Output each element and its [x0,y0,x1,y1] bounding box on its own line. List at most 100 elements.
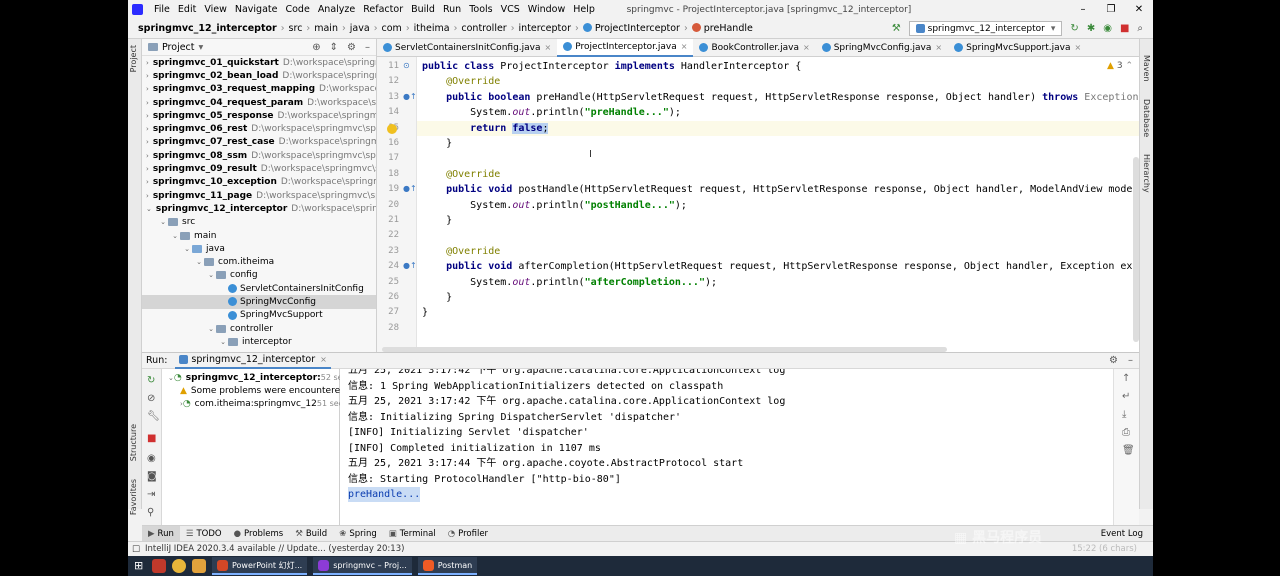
tree-item[interactable]: ⌄ com.itheima [142,255,376,268]
console-output[interactable]: 五月 25, 2021 3:17:42 下午 org.apache.catali… [340,369,1113,525]
console-line[interactable]: 信息: Starting ProtocolHandler ["http-bio-… [348,472,621,487]
code-line[interactable]: } [422,136,452,151]
editor-tab[interactable]: ServletContainersInitConfig.java × [377,39,557,57]
tree-item[interactable]: › springmvc_04_request_param D:\workspace\… [142,96,376,109]
expand-arrow-icon[interactable]: › [146,152,149,160]
code-line[interactable]: public boolean preHandle(HttpServletRequ… [422,90,1139,105]
inspection-widget[interactable]: ▲ 3 ⌃ [1107,61,1133,71]
chevron-down-icon[interactable]: ▾ [199,42,204,53]
expand-arrow-icon[interactable]: ⌄ [218,338,228,346]
gear-icon[interactable]: ⚙ [1109,355,1118,366]
override-gutter-icon[interactable]: ●↑ [403,184,417,193]
breadcrumb-item[interactable]: preHandle [690,23,755,34]
console-line[interactable]: [INFO] Completed initialization in 1107 … [348,441,601,456]
menu-help[interactable]: Help [569,4,599,15]
tool-tab-run[interactable]: ▶ Run [142,525,180,542]
tree-item[interactable]: › springmvc_03_request_mapping D:\workspac… [142,83,376,96]
console-line[interactable]: 五月 25, 2021 3:17:42 下午 org.apache.catali… [348,394,785,409]
app-taskbar-icon[interactable] [152,559,166,573]
code-line[interactable]: } [422,290,452,305]
taskbar-task[interactable]: PowerPoint 幻灯... [212,557,308,575]
taskbar-task[interactable]: Postman [417,557,478,575]
tree-item[interactable]: ⌄ src [142,216,376,229]
menu-window[interactable]: Window [524,4,569,15]
run-tree-item[interactable]: › ◔ com.itheima:springmvc_12 51 sec [162,397,343,410]
code-line[interactable]: public void postHandle(HttpServletReques… [422,182,1139,197]
hide-icon[interactable]: – [1128,355,1133,366]
code-line[interactable]: public class ProjectInterceptor implemen… [422,59,801,74]
menu-file[interactable]: File [150,4,174,15]
export-icon[interactable]: ⇥ [147,489,155,500]
wrench-icon[interactable]: 🔧︎ [147,411,160,422]
expand-arrow-icon[interactable]: › [146,125,149,133]
tree-item[interactable]: ⌄ java [142,242,376,255]
menu-tools[interactable]: Tools [465,4,496,15]
collapse-all-icon[interactable]: ⇕ [330,42,338,53]
tree-item[interactable]: ⌄ springmvc_12_interceptor D:\workspace\sp… [142,202,376,215]
menu-view[interactable]: View [200,4,231,15]
breadcrumb-item[interactable]: java [348,23,372,34]
tool-tab-terminal[interactable]: ▣ Terminal [383,526,442,542]
gear-icon[interactable]: ⚙ [347,42,356,53]
menu-edit[interactable]: Edit [174,4,200,15]
breadcrumb-item[interactable]: springmvc_12_interceptor [136,23,279,34]
console-line[interactable]: 信息: Initializing Spring DispatcherServle… [348,410,681,425]
code-line[interactable]: } [422,213,452,228]
expand-arrow-icon[interactable]: › [146,178,149,186]
close-tab-icon[interactable]: × [681,42,688,51]
locate-icon[interactable]: ⊕ [312,42,320,53]
run-tree-item[interactable]: ▲ Some problems were encountere [162,384,340,397]
tree-item[interactable]: ⌄ controller [142,322,376,335]
menu-code[interactable]: Code [281,4,313,15]
minimize-icon[interactable]: – [1069,4,1097,15]
stop-icon[interactable]: ■ [147,433,156,444]
favorites-tool-label[interactable]: Favorites [129,479,138,515]
tree-item[interactable]: ⌄ main [142,229,376,242]
project-panel-title[interactable]: Project [162,42,195,53]
folder-taskbar-icon[interactable] [192,559,206,573]
close-tab-icon[interactable]: × [803,43,810,52]
expand-arrow-icon[interactable]: › [146,85,149,93]
tree-item[interactable]: › springmvc_06_rest D:\workspace\springmvc… [142,122,376,135]
menu-analyze[interactable]: Analyze [314,4,359,15]
tree-item[interactable]: › springmvc_02_bean_load D:\workspace\spri… [142,69,376,82]
rerun-icon[interactable]: ↻ [1070,23,1078,34]
tree-item[interactable]: › springmvc_11_page D:\workspace\springmvc… [142,189,376,202]
close-icon[interactable]: ✕ [1125,4,1153,15]
menu-refactor[interactable]: Refactor [359,4,407,15]
event-log-button[interactable]: Event Log [1101,529,1153,539]
breadcrumb-item[interactable]: main [312,23,340,34]
maven-tool-label[interactable]: Maven [1142,55,1151,82]
status-position[interactable]: 15:22 (6 chars) [1072,544,1153,554]
camera-icon[interactable]: ◙ [147,471,157,482]
code-line[interactable]: @Override [422,167,500,182]
expand-arrow-icon[interactable]: › [146,192,149,200]
code-line[interactable]: System.out.println("postHandle..."); [422,198,687,213]
lightbulb-icon[interactable] [387,123,397,134]
tool-tab-build[interactable]: ⚒ Build [289,526,333,542]
run-tab[interactable]: springmvc_12_interceptor × [175,353,331,369]
expand-arrow-icon[interactable]: ⌄ [182,245,192,253]
tool-tab-problems[interactable]: ● Problems [228,526,290,542]
code-line[interactable]: return false; [417,120,1139,136]
console-line[interactable]: 五月 25, 2021 3:17:44 下午 org.apache.coyote… [348,456,743,471]
close-tab-icon[interactable]: × [1075,43,1082,52]
coverage-icon[interactable]: ◉ [1103,23,1112,34]
close-tab-icon[interactable]: × [545,43,552,52]
rerun-icon[interactable]: ↻ [147,375,155,386]
menu-vcs[interactable]: VCS [497,4,524,15]
editor-tab[interactable]: BookController.java × [693,39,815,57]
tool-tab-spring[interactable]: ❀ Spring [333,526,383,542]
expand-arrow-icon[interactable]: › [146,99,149,107]
structure-tool-label[interactable]: Structure [129,424,138,461]
clear-icon[interactable]: 🗑︎ [1122,445,1135,456]
expand-arrow-icon[interactable]: › [146,59,149,67]
code-line[interactable]: @Override [422,74,500,89]
hierarchy-tool-label[interactable]: Hierarchy [1142,154,1151,193]
search-icon[interactable]: ⌕ [1137,23,1143,34]
debug-icon[interactable]: ✱ [1087,23,1095,34]
pin-icon[interactable]: ⚲ [147,507,154,518]
taskbar-task[interactable]: springmvc – Proj... [313,557,412,575]
console-line[interactable]: 五月 25, 2021 3:17:42 下午 org.apache.catali… [348,369,785,378]
status-window-icon[interactable]: □ [132,544,140,554]
